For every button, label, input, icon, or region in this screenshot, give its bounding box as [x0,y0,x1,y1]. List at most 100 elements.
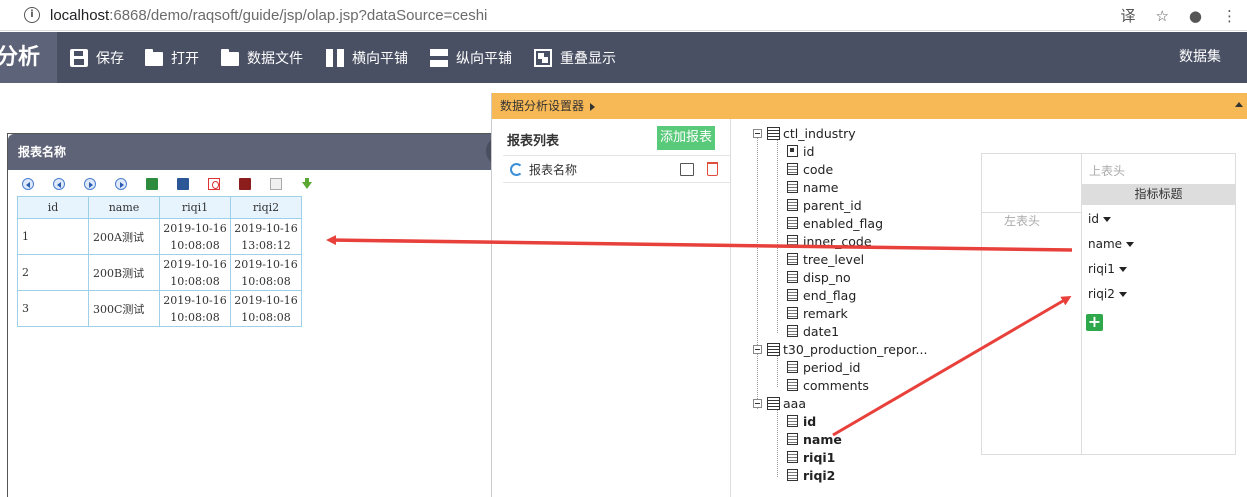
tree-field[interactable]: name [787,178,838,196]
field-icon [787,253,798,265]
export-pdf-icon[interactable] [208,178,220,190]
tree-field-label: name [803,431,842,447]
tree-field-label: disp_no [803,269,851,285]
overlay-display-button[interactable]: 重叠显示 [534,32,616,83]
data-file-button[interactable]: 数据文件 [221,32,303,83]
cell-riqi1: 2019-10-16 10:08:08 [159,290,231,327]
tree-field[interactable]: comments [787,376,869,394]
cell-riqi1-time: 10:08:08 [170,238,220,252]
collapse-toggle-icon[interactable] [753,344,762,354]
metric-label: name [1088,237,1123,251]
key-field-icon [787,145,798,157]
collapse-arrow-icon[interactable] [1235,102,1243,107]
tree-field[interactable]: inner_code [787,232,872,250]
setter-header[interactable]: 数据分析设置器 [492,93,1247,119]
metric-item-id[interactable]: id [1088,212,1111,226]
field-icon [787,415,798,427]
url-field[interactable]: localhost:6868/demo/raqsoft/guide/jsp/ol… [50,7,487,24]
tile-horizontal-icon [326,48,344,67]
export-excel-icon[interactable] [146,178,158,190]
tree-field[interactable]: riqi2 [787,466,835,484]
tree-field[interactable]: id [787,412,816,430]
delete-icon[interactable] [707,162,718,176]
left-header-zone[interactable]: 左表头 [1004,212,1040,229]
edit-icon[interactable] [680,163,694,176]
print-icon[interactable] [239,178,251,190]
metric-item-riqi2[interactable]: riqi2 [1088,287,1127,301]
report-list-title: 报表列表 [507,134,560,149]
tile-horizontal-button[interactable]: 横向平铺 [326,32,408,83]
tree-field[interactable]: enabled_flag [787,214,883,232]
layout-grid: 上表头 指标标题 左表头 id name riqi1 riqi2 + [981,153,1236,455]
more-menu-icon[interactable]: ⋮ [1222,7,1237,25]
add-report-button[interactable]: 添加报表 [657,126,715,150]
translate-icon[interactable]: 译 [1120,5,1135,26]
site-info-icon[interactable]: i [24,7,40,23]
field-icon [787,307,798,319]
tree-field[interactable]: name [787,430,842,448]
field-icon [787,433,798,445]
prev-page-icon[interactable] [53,178,65,190]
metric-label: riqi1 [1088,262,1115,276]
next-page-icon[interactable] [84,178,96,190]
field-icon [787,271,798,283]
dropdown-arrow-icon[interactable] [1126,242,1135,247]
cell-riqi2-date: 2019-10-16 [234,221,298,235]
export-text-icon[interactable] [270,178,282,190]
tree-table-t30[interactable]: t30_production_repor... [753,340,927,358]
tree-field-label: id [803,143,815,159]
tree-field-label: parent_id [803,197,862,213]
tree-field[interactable]: id [787,142,814,160]
metric-item-name[interactable]: name [1088,237,1135,251]
dataset-button[interactable]: 数据集 [1179,32,1221,83]
collapse-toggle-icon[interactable] [753,398,762,408]
tree-field[interactable]: end_flag [787,286,856,304]
export-word-icon[interactable] [177,178,189,190]
tile-vertical-button[interactable]: 纵向平铺 [430,32,512,83]
cell-riqi1: 2019-10-16 10:08:08 [159,218,231,255]
first-page-icon[interactable] [22,178,34,190]
open-button[interactable]: 打开 [145,32,199,83]
tree-field[interactable]: parent_id [787,196,862,214]
tree-field[interactable]: disp_no [787,268,851,286]
list-item[interactable]: 报表名称 [503,155,730,183]
field-icon [787,379,798,391]
field-icon [787,235,798,247]
tree-field[interactable]: tree_level [787,250,864,268]
tree-table-aaa[interactable]: aaa [753,394,806,412]
last-page-icon[interactable] [115,178,127,190]
tree-field[interactable]: date1 [787,322,839,340]
url-path: :6868/demo/raqsoft/guide/jsp/olap.jsp?da… [109,6,488,24]
refresh-icon[interactable] [510,162,523,176]
download-icon[interactable] [301,178,313,190]
tree-field-label: id [803,413,817,429]
account-icon[interactable]: ● [1189,7,1202,25]
dropdown-arrow-icon[interactable] [1118,267,1127,272]
column-header-riqi2: riqi2 [230,196,302,219]
data-file-button-label: 数据文件 [247,50,303,67]
tree-table-ctl-industry[interactable]: ctl_industry [753,124,856,142]
tree-field[interactable]: code [787,160,833,178]
metric-item-riqi1[interactable]: riqi1 [1088,262,1127,276]
dropdown-arrow-icon[interactable] [1102,217,1111,222]
tree-field[interactable]: period_id [787,358,860,376]
save-button[interactable]: 保存 [70,32,124,83]
metric-header: 指标标题 [1082,184,1235,205]
cell-name: 200B测试 [88,254,160,291]
dropdown-arrow-icon[interactable] [1118,292,1127,297]
cell-riqi1: 2019-10-16 10:08:08 [159,254,231,291]
overlay-icon [534,48,552,67]
top-header-zone[interactable]: 上表头 [1089,162,1125,179]
field-icon [787,451,798,463]
tree-field[interactable]: remark [787,304,848,322]
bookmark-star-icon[interactable]: ☆ [1155,7,1168,25]
expand-arrow-icon[interactable] [590,102,596,111]
report-window-title[interactable]: 报表名称 [8,134,508,170]
tree-field-label: inner_code [803,233,872,249]
table-icon [767,396,780,410]
tree-field[interactable]: riqi1 [787,448,835,466]
collapse-toggle-icon[interactable] [753,128,762,138]
overlay-display-label: 重叠显示 [560,50,616,67]
add-metric-button[interactable]: + [1086,314,1103,331]
field-icon [787,325,798,337]
